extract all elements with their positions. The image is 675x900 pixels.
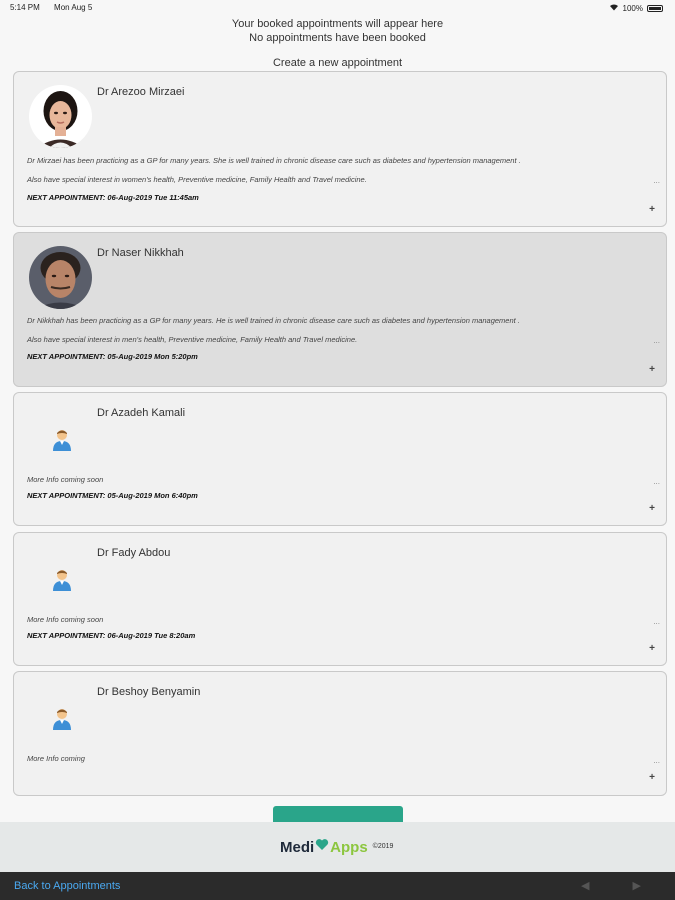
browser-nav-arrows: ◀ ▶	[581, 879, 661, 892]
more-ellipsis[interactable]: ...	[653, 617, 660, 626]
doctor-card-kamali[interactable]: Dr Azadeh Kamali More Info coming soon .…	[13, 392, 667, 526]
logo-medi-text: Medi	[280, 839, 315, 856]
doctor-card-benyamin[interactable]: Dr Beshoy Benyamin More Info coming ... …	[13, 671, 667, 796]
doctor-interests: Also have special interest in women's he…	[27, 175, 367, 184]
doctor-name: Dr Naser Nikkhah	[97, 247, 184, 259]
back-to-appointments-link[interactable]: Back to Appointments	[14, 880, 120, 892]
doctor-description: More Info coming soon	[27, 475, 104, 484]
logo-apps-text: Apps	[330, 839, 368, 856]
battery-icon	[647, 4, 663, 12]
doctor-name: Dr Arezoo Mirzaei	[97, 86, 185, 98]
mediapps-logo: Medi Apps ©2019	[280, 838, 393, 856]
doctor-photo-avatar	[29, 85, 92, 148]
status-bar: 5:14 PM Mon Aug 5 100%	[0, 0, 675, 16]
doctor-description: More Info coming	[27, 754, 85, 763]
forward-arrow-icon[interactable]: ▶	[633, 880, 661, 892]
expand-plus-icon[interactable]: +	[649, 204, 655, 215]
user-placeholder-icon	[52, 708, 72, 730]
next-appointment: NEXT APPOINTMENT: 05-Aug-2019 Mon 6:40pm	[27, 491, 198, 500]
doctor-name: Dr Beshoy Benyamin	[97, 686, 201, 698]
back-arrow-icon[interactable]: ◀	[581, 880, 609, 892]
appointments-page: 5:14 PM Mon Aug 5 100% Your booked appoi…	[0, 0, 675, 900]
expand-plus-icon[interactable]: +	[649, 503, 655, 514]
heart-icon	[315, 838, 329, 856]
expand-plus-icon[interactable]: +	[649, 643, 655, 654]
user-placeholder-icon	[52, 429, 72, 451]
doctor-name: Dr Azadeh Kamali	[97, 407, 186, 419]
next-appointment: NEXT APPOINTMENT: 06-Aug-2019 Tue 11:45a…	[27, 193, 199, 202]
next-appointment: NEXT APPOINTMENT: 06-Aug-2019 Tue 8:20am	[27, 631, 196, 640]
status-date: Mon Aug 5	[54, 3, 93, 12]
doctor-description: Dr Nikkhah has been practicing as a GP f…	[27, 316, 520, 325]
footer: Medi Apps ©2019	[0, 822, 675, 872]
doctor-photo-avatar	[29, 246, 92, 309]
more-ellipsis[interactable]: ...	[653, 756, 660, 765]
no-appointments-line: No appointments have been booked	[249, 32, 426, 44]
booked-info: Your booked appointments will appear her…	[0, 17, 675, 45]
copyright: ©2019	[372, 843, 394, 850]
wifi-icon	[609, 3, 619, 13]
create-appointment-label: Create a new appointment	[272, 57, 403, 69]
expand-plus-icon[interactable]: +	[649, 364, 655, 375]
battery-percent: 100%	[622, 3, 643, 13]
more-ellipsis[interactable]: ...	[653, 336, 660, 345]
doctor-card-nikkhah[interactable]: Dr Naser Nikkhah Dr Nikkhah has been pra…	[13, 232, 667, 387]
booked-info-line: Your booked appointments will appear her…	[231, 18, 444, 30]
user-placeholder-icon	[52, 569, 72, 591]
expand-plus-icon[interactable]: +	[649, 772, 655, 783]
more-ellipsis[interactable]: ...	[653, 176, 660, 185]
doctor-description: More Info coming soon	[27, 615, 104, 624]
doctor-card-mirzaei[interactable]: Dr Arezoo Mirzaei Dr Mirzaei has been pr…	[13, 71, 667, 227]
doctor-name: Dr Fady Abdou	[97, 547, 171, 559]
doctor-interests: Also have special interest in men's heal…	[27, 335, 358, 344]
next-appointment: NEXT APPOINTMENT: 05-Aug-2019 Mon 5:20pm	[27, 352, 198, 361]
doctor-card-abdou[interactable]: Dr Fady Abdou More Info coming soon ... …	[13, 532, 667, 666]
bottom-toolbar: Back to Appointments ◀ ▶	[0, 872, 675, 900]
doctor-description: Dr Mirzaei has been practicing as a GP f…	[27, 156, 521, 165]
status-time: 5:14 PM	[10, 3, 40, 12]
more-ellipsis[interactable]: ...	[653, 477, 660, 486]
